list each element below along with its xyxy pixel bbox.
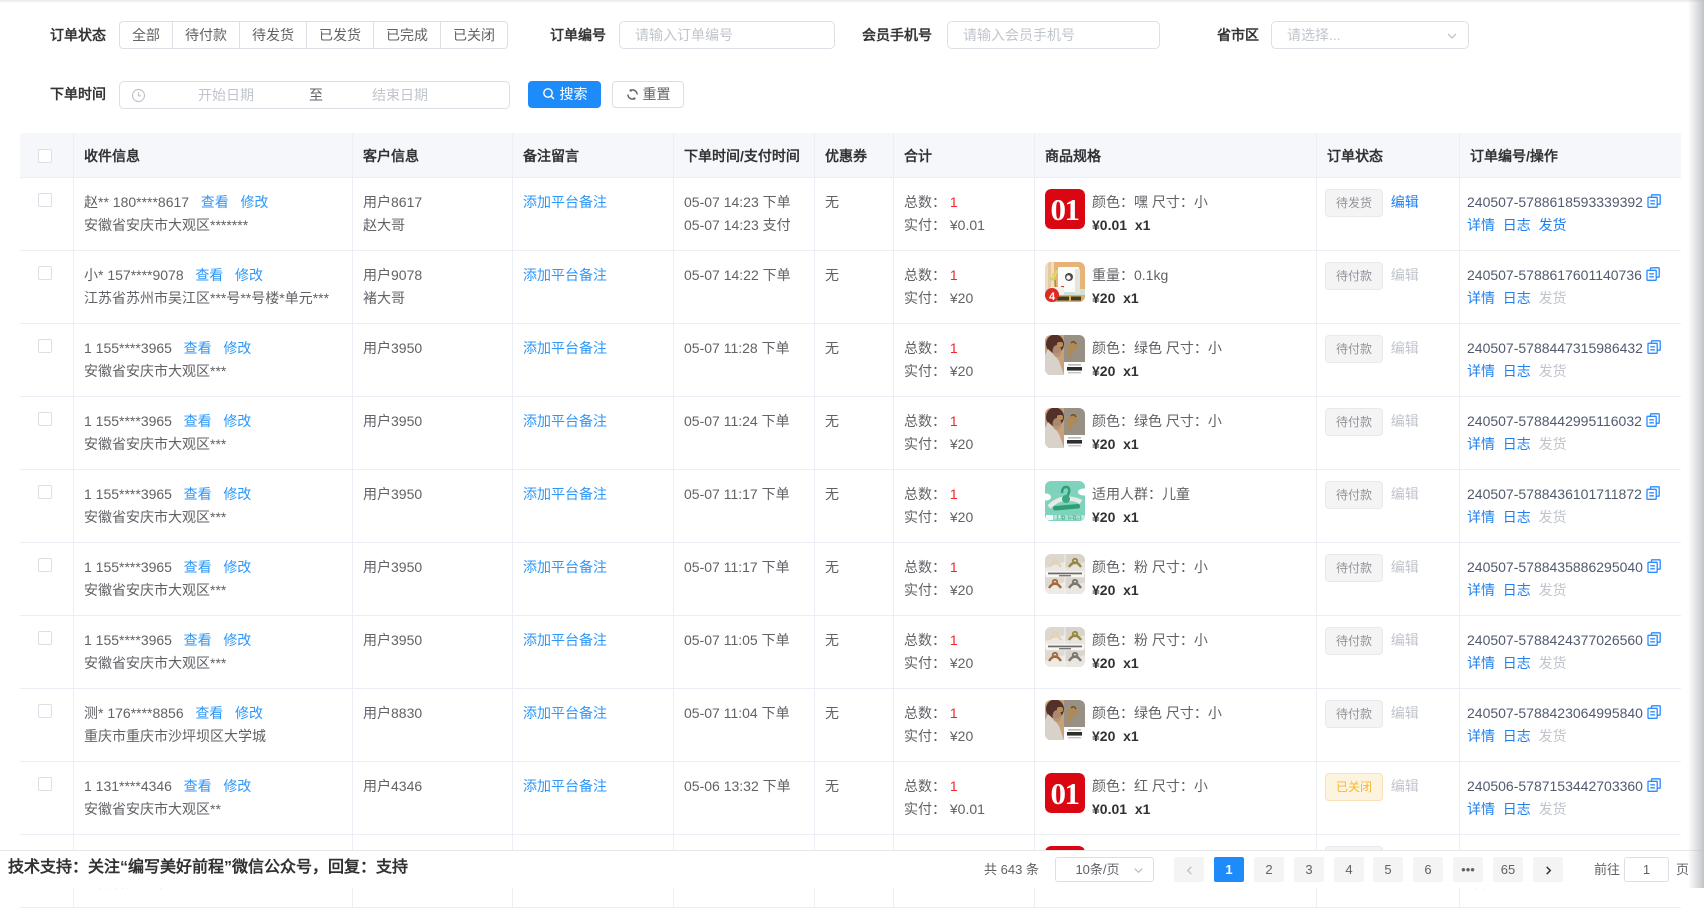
svg-text:承重+复位+防滑: 承重+复位+防滑 [1053, 514, 1085, 521]
svg-text:01: 01 [1051, 776, 1079, 811]
svg-text:01: 01 [1051, 192, 1079, 227]
svg-text:4: 4 [1049, 291, 1056, 302]
